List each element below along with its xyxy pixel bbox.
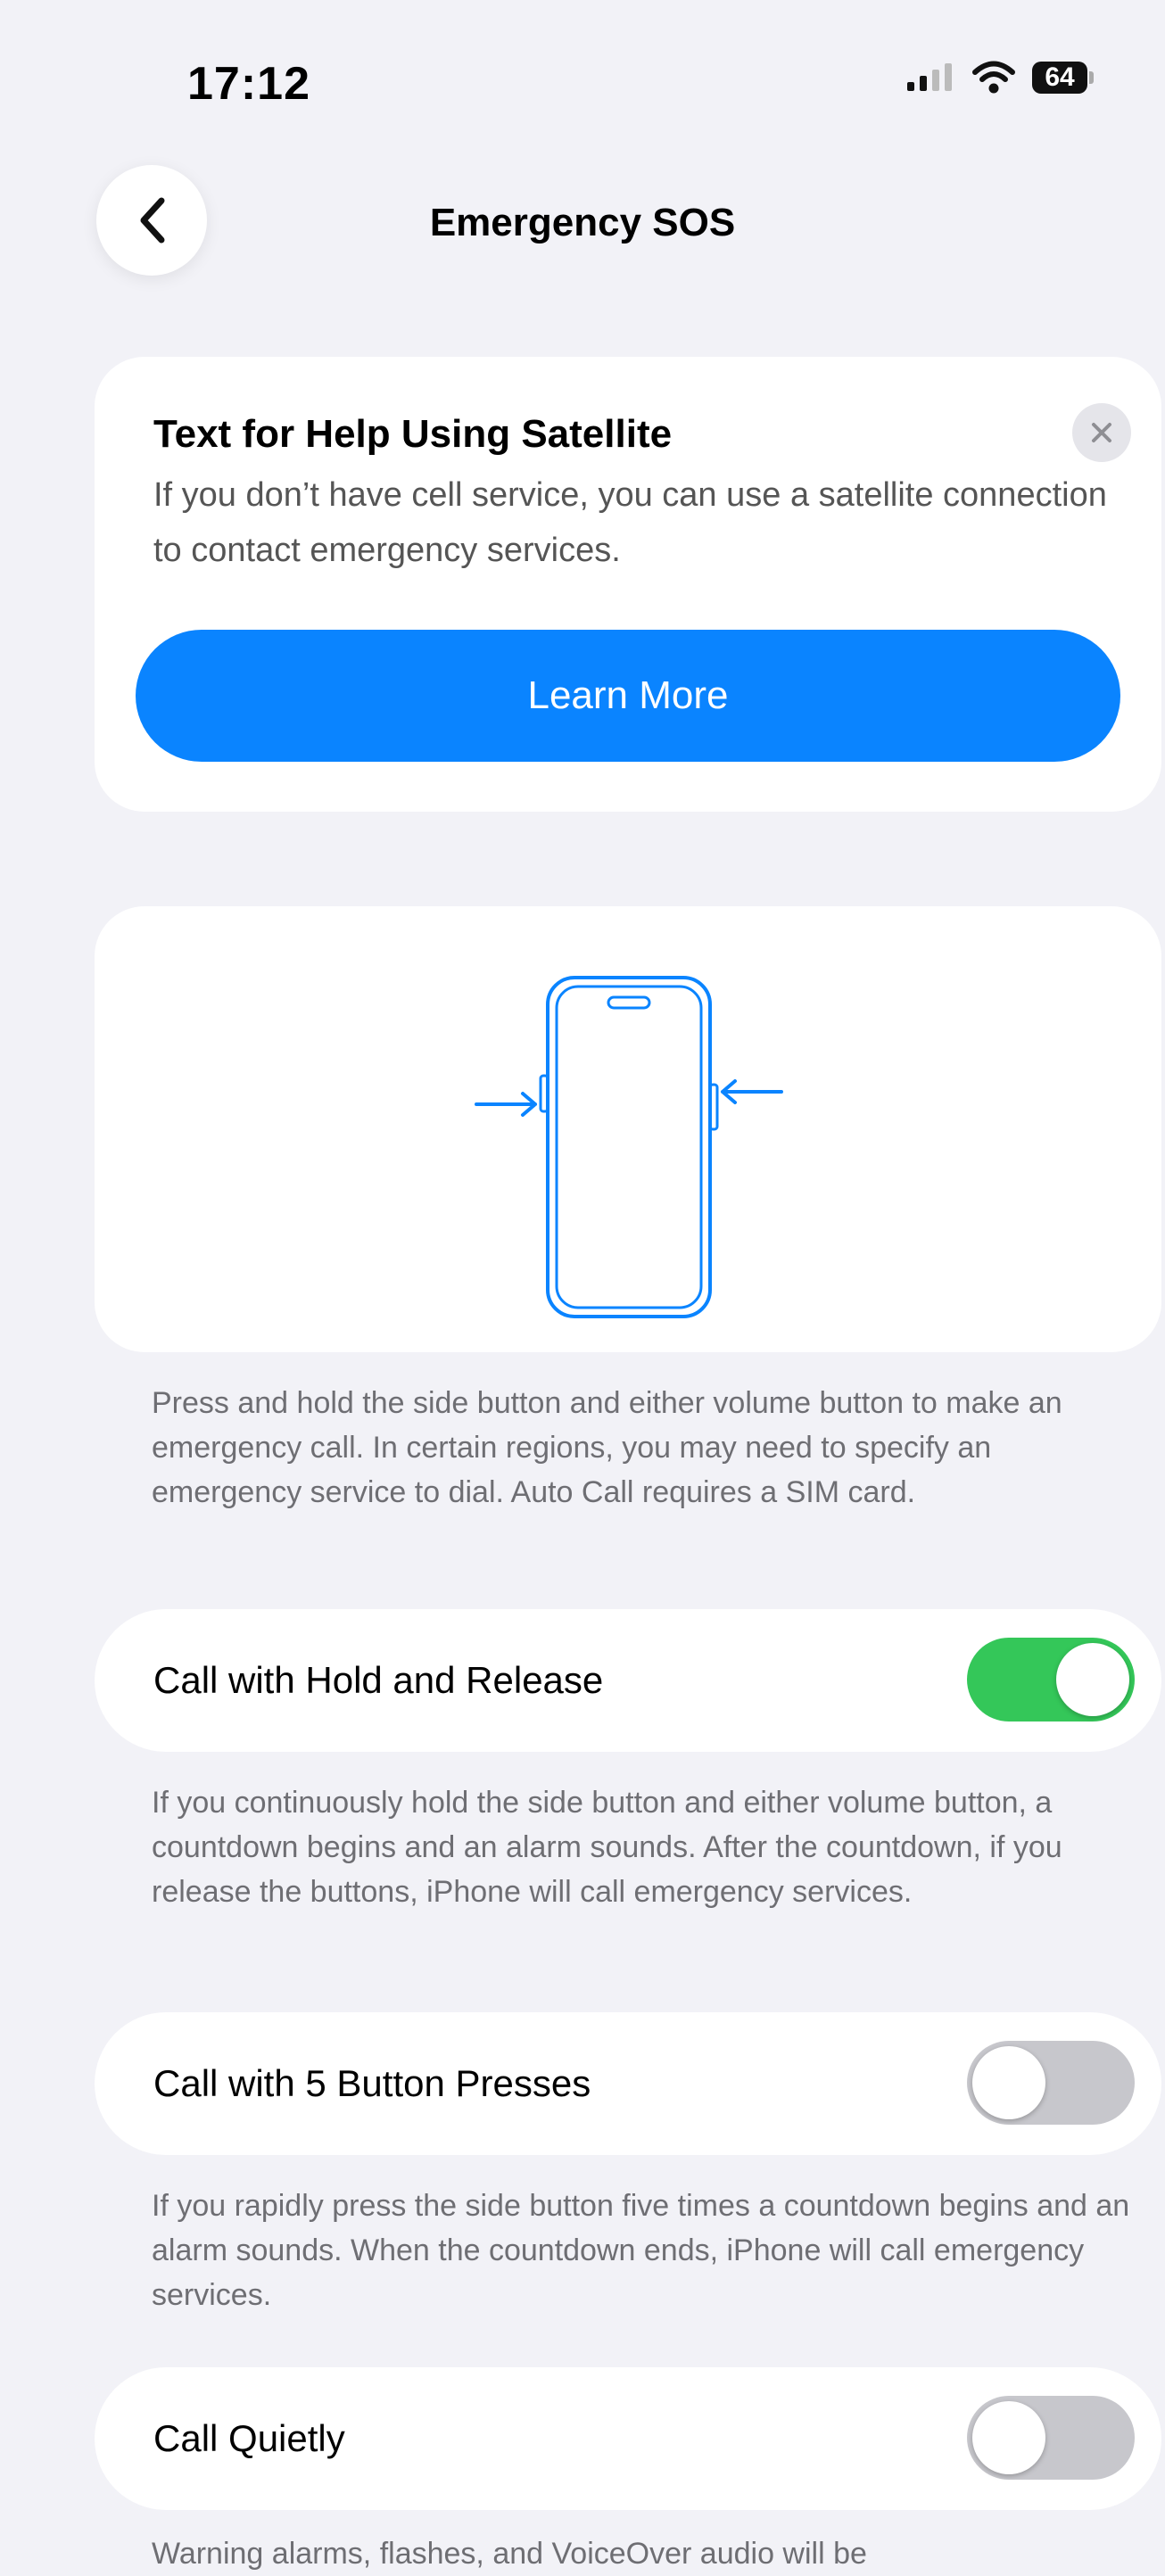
setting-label: Call with 5 Button Presses	[153, 2062, 591, 2104]
status-icons: 64	[905, 61, 1094, 95]
nav-bar: Emergency SOS	[0, 165, 1165, 276]
satellite-card-description: If you don’t have cell service, you can …	[153, 476, 1107, 569]
illustration-card	[95, 906, 1161, 1352]
setting-row-5-button[interactable]: Call with 5 Button Presses	[95, 2012, 1161, 2155]
battery-icon: 64	[1032, 62, 1094, 94]
satellite-card: Text for Help Using Satellite If you don…	[95, 357, 1161, 812]
battery-level: 64	[1032, 62, 1087, 94]
setting-label: Call with Hold and Release	[153, 1659, 604, 1701]
setting-label: Call Quietly	[153, 2417, 345, 2459]
setting-description: If you continuously hold the side button…	[152, 1786, 1062, 1909]
hold-release-toggle[interactable]	[967, 1638, 1135, 1721]
wifi-icon	[972, 61, 1015, 94]
call-quietly-toggle[interactable]	[967, 2396, 1135, 2480]
page-title: Emergency SOS	[429, 201, 736, 244]
sos-description: Press and hold the side button and eithe…	[152, 1386, 1062, 1509]
iphone-buttons-icon	[475, 976, 783, 1318]
status-bar: 17:12 64	[0, 0, 1165, 178]
setting-row-call-quietly[interactable]: Call Quietly	[95, 2367, 1161, 2510]
status-time: 17:12	[187, 58, 310, 110]
setting-row-hold-release[interactable]: Call with Hold and Release	[95, 1609, 1161, 1752]
close-icon	[1092, 423, 1111, 442]
satellite-card-title: Text for Help Using Satellite	[153, 412, 673, 456]
signal-icon	[907, 63, 952, 91]
five-button-toggle[interactable]	[967, 2041, 1135, 2125]
learn-more-button[interactable]: Learn More	[136, 630, 1120, 762]
setting-description: Warning alarms, flashes, and VoiceOver a…	[152, 2537, 867, 2571]
setting-description: If you rapidly press the side button fiv…	[152, 2189, 1130, 2312]
close-button[interactable]	[1072, 403, 1131, 462]
